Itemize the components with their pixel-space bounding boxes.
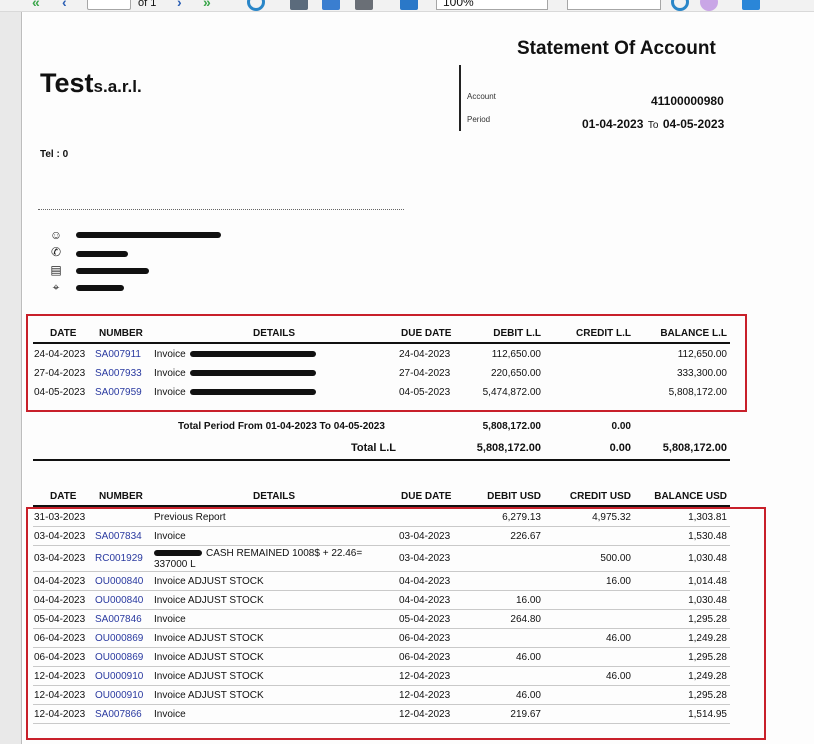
chevron-left-icon[interactable]: ‹ (62, 0, 67, 10)
column-header: DETAILS (252, 491, 296, 502)
find-input[interactable] (567, 0, 661, 10)
total-ll-credit: 0.00 (609, 442, 631, 454)
phone-icon: ✆ (50, 245, 62, 259)
export-icon[interactable] (400, 0, 418, 10)
column-header: CREDIT USD (569, 491, 631, 502)
telephone: Tel : 0 (40, 149, 69, 160)
column-header: NUMBER (99, 491, 143, 502)
total-ll-balance: 5,808,172.00 (662, 442, 727, 454)
print-icon[interactable] (290, 0, 308, 10)
header-divider (459, 65, 461, 131)
person-icon: ☺ (49, 228, 63, 242)
windows-icon[interactable] (742, 0, 760, 10)
dotted-separator (38, 209, 404, 210)
period-total-credit: 0.00 (611, 421, 631, 432)
account-value: 41100000980 (651, 94, 724, 108)
page-setup-icon[interactable] (322, 0, 340, 10)
redacted-name (76, 232, 221, 238)
period-total-debit: 5,808,172.00 (482, 421, 541, 432)
location-pin-icon: ⌖ (52, 280, 60, 294)
period-from: 01-04-2023 (582, 117, 644, 131)
column-header: DEBIT USD (487, 491, 541, 502)
period-value: 01-04-2023 To 04-05-2023 (582, 115, 724, 133)
total-ll-debit: 5,808,172.00 (476, 442, 541, 454)
chevron-right-icon[interactable]: › (177, 0, 182, 10)
period-to-word: To (647, 120, 659, 131)
redacted-phone (76, 251, 128, 257)
double-chevron-right-icon[interactable]: » (203, 0, 211, 10)
highlight-box-lbp (26, 314, 747, 412)
total-ll-label: Total L.L (351, 442, 397, 454)
period-to: 04-05-2023 (662, 117, 725, 131)
column-header: BALANCE USD (654, 491, 727, 502)
print-layout-icon[interactable] (355, 0, 373, 10)
statement-title: Statement Of Account (517, 38, 716, 59)
help-icon[interactable] (700, 0, 718, 11)
double-chevron-left-icon[interactable]: « (32, 0, 40, 10)
account-label: Account (467, 92, 496, 101)
redacted-id (76, 268, 149, 274)
zoom-select[interactable]: 100% (436, 0, 548, 10)
left-gutter (0, 12, 22, 744)
refresh-icon[interactable] (247, 0, 265, 11)
highlight-box-usd (26, 507, 766, 740)
totals-rule (33, 459, 730, 461)
id-card-icon: ▤ (50, 263, 62, 277)
column-header: DATE (50, 491, 77, 502)
company-name-main: Test (40, 68, 94, 98)
report-page: Statement Of Account Tests.a.r.l. Accoun… (23, 12, 814, 744)
page-of-label: of 1 (138, 0, 157, 9)
period-total-label: Total Period From 01-04-2023 To 04-05-20… (178, 421, 385, 432)
viewer-toolbar: « ‹ of 1 › » 100% (0, 0, 814, 12)
company-name-suffix: s.a.r.l. (93, 77, 142, 96)
page-number-input[interactable] (87, 0, 131, 10)
company-name: Tests.a.r.l. (40, 68, 142, 99)
search-icon[interactable] (671, 0, 689, 11)
period-label: Period (467, 115, 491, 124)
redacted-address (76, 285, 124, 291)
